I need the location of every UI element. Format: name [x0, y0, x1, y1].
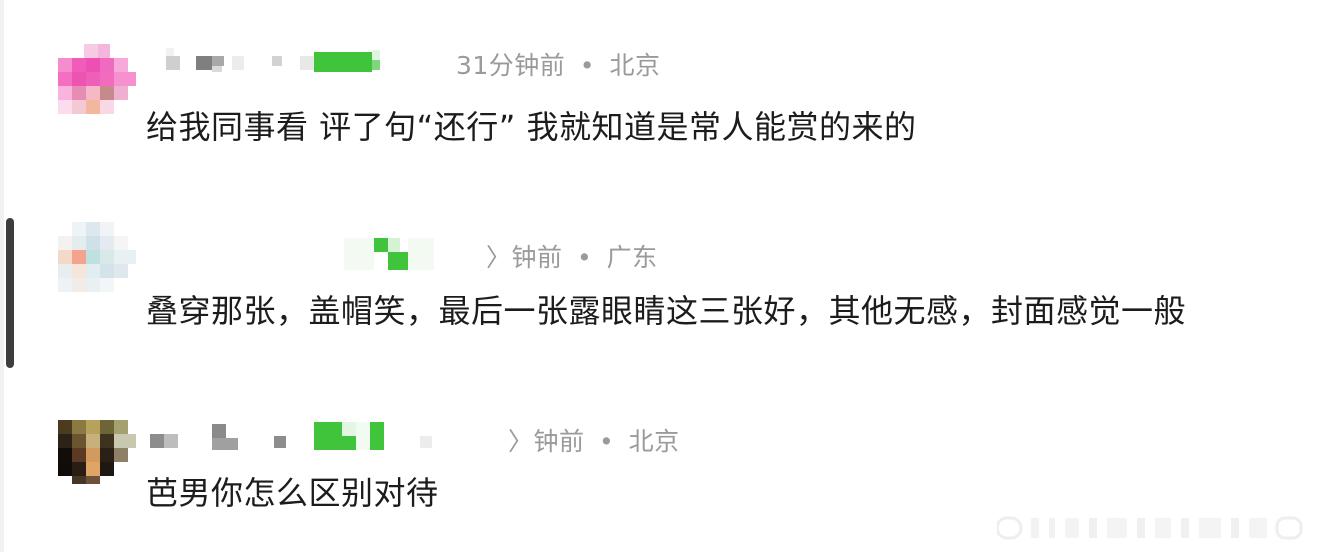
- watermark-image: [997, 516, 1303, 540]
- comment-time-location: 〉钟前 • 广东: [486, 238, 658, 274]
- comment-time-location: 31分钟前 • 北京: [456, 46, 660, 82]
- username-mosaic[interactable]: [150, 44, 450, 78]
- comment-location: 广东: [606, 243, 658, 272]
- comment-item: 31分钟前 • 北京 给我同事看 评了句“还行” 我就知道是常人能赏的来的: [58, 44, 1298, 154]
- comment-item: 〉钟前 • 广东 叠穿那张，盖帽笑，最后一张露眼睛这三张好，其他无感，封面感觉一…: [58, 222, 1298, 332]
- comment-text: 叠穿那张，盖帽笑，最后一张露眼睛这三张好，其他无感，封面感觉一般: [146, 292, 1187, 330]
- username-mosaic[interactable]: [150, 420, 450, 454]
- comment-item: 〉钟前 • 北京 芭男你怎么区别对待: [58, 420, 1298, 520]
- comment-location: 北京: [609, 51, 661, 80]
- avatar[interactable]: [58, 222, 136, 300]
- comment-time: 〉钟前: [508, 427, 585, 456]
- comment-time: 31分钟前: [456, 51, 566, 80]
- meta-separator: •: [576, 243, 593, 272]
- avatar-mosaic-image: [58, 44, 136, 122]
- comment-location: 北京: [628, 427, 680, 456]
- comment-time-location: 〉钟前 • 北京: [508, 422, 680, 458]
- username-mosaic[interactable]: [150, 222, 480, 272]
- avatar-mosaic-image: [58, 222, 136, 300]
- left-edge: [0, 0, 4, 552]
- meta-separator: •: [579, 51, 596, 80]
- comment-text: 给我同事看 评了句“还行” 我就知道是常人能赏的来的: [146, 108, 917, 146]
- avatar-mosaic-image: [58, 420, 136, 484]
- comment-time: 〉钟前: [486, 243, 563, 272]
- avatar[interactable]: [58, 420, 136, 498]
- comment-text: 芭男你怎么区别对待: [146, 474, 439, 512]
- avatar[interactable]: [58, 44, 136, 122]
- meta-separator: •: [598, 427, 615, 456]
- scrollbar[interactable]: [6, 218, 14, 368]
